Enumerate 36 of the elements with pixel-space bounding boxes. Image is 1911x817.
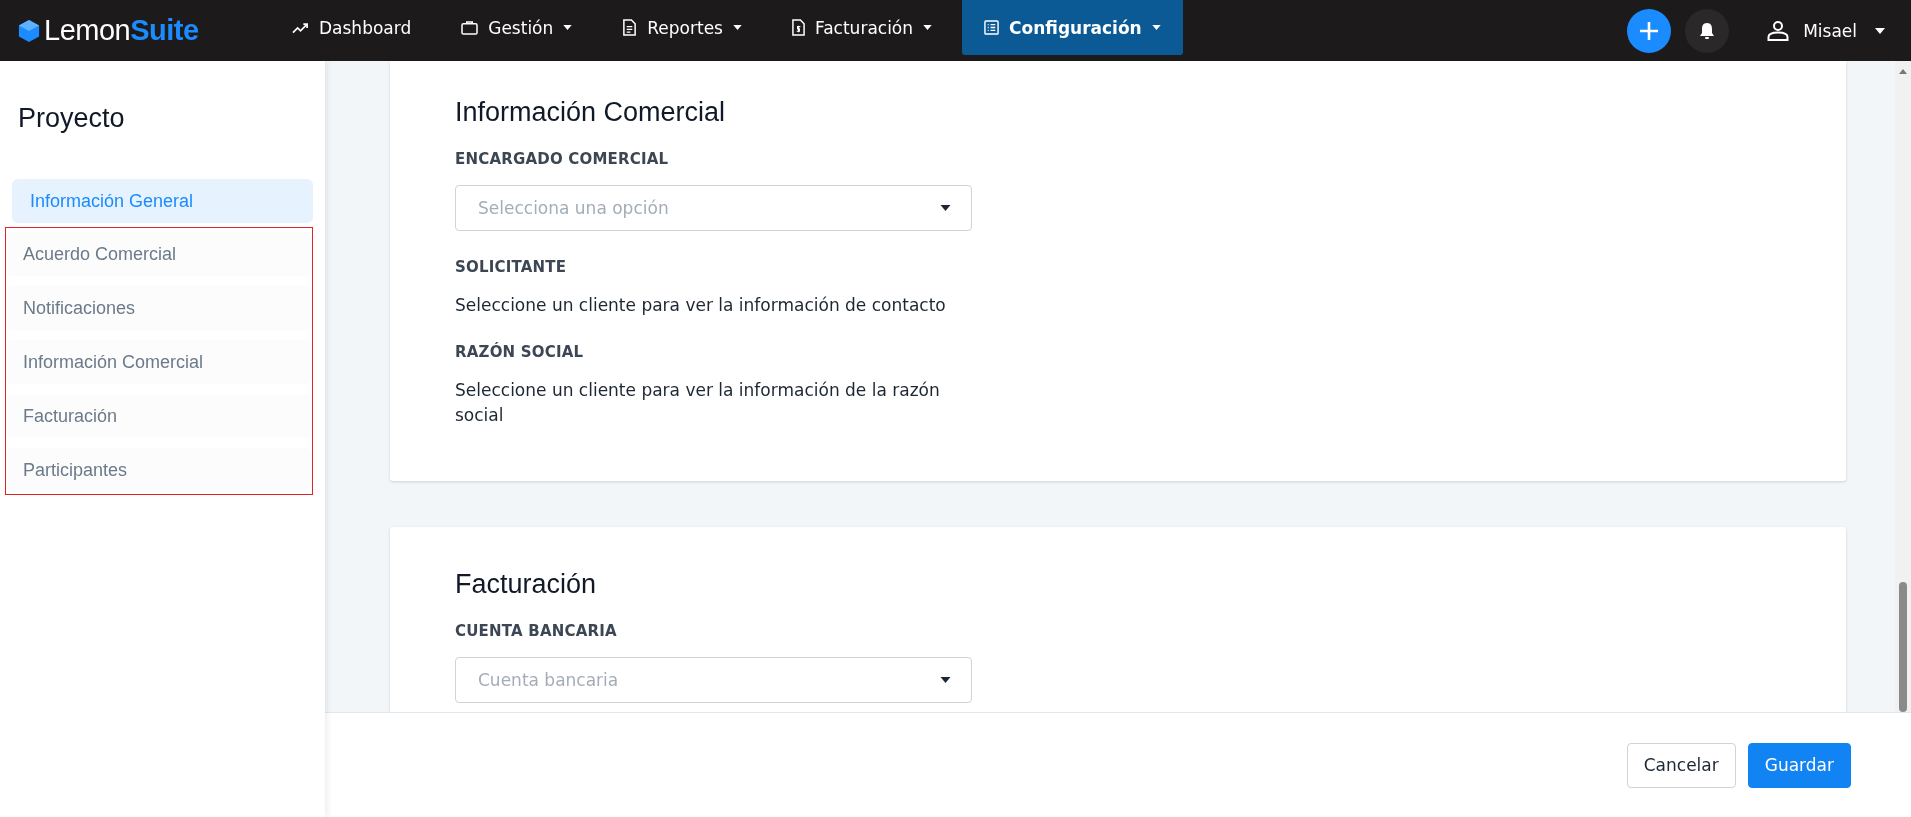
user-menu[interactable]: Misael xyxy=(1767,20,1885,41)
field-label: ENCARGADO COMERCIAL xyxy=(455,150,670,168)
list-icon xyxy=(984,20,1000,35)
nav-menu-item[interactable]: Gestión xyxy=(441,0,593,55)
person-icon xyxy=(1767,20,1790,41)
caret-icon xyxy=(1875,27,1885,34)
section-title: Información Comercial xyxy=(455,97,727,128)
sidebar-title: Proyecto xyxy=(18,103,126,134)
field-text: Seleccione un cliente para ver la información de contacto xyxy=(455,294,947,317)
save-button[interactable]: Guardar xyxy=(1747,742,1851,788)
nav-menu-item[interactable]: Configuración xyxy=(962,0,1183,55)
select-field[interactable]: Selecciona una opción xyxy=(455,185,972,231)
logo-text: LemonSuite xyxy=(44,14,199,47)
document-icon xyxy=(622,19,638,36)
nav-menu-item[interactable]: Reportes xyxy=(602,0,762,55)
select-field[interactable]: Cuenta bancaria xyxy=(455,656,972,703)
caret-icon xyxy=(940,205,951,211)
logo[interactable]: LemonSuite xyxy=(18,14,272,47)
nav-menu-item[interactable]: Facturación xyxy=(771,0,953,55)
nav-menu-item[interactable]: Dashboard xyxy=(272,0,432,55)
sidebar-item[interactable]: Información General xyxy=(12,179,313,223)
plus-icon xyxy=(1639,20,1660,41)
trend-icon xyxy=(292,21,309,34)
scrollbar-thumb[interactable] xyxy=(1899,582,1907,712)
briefcase-icon xyxy=(461,20,479,35)
section-title: Facturación xyxy=(455,568,598,600)
bell-icon xyxy=(1699,21,1716,40)
invoice-icon xyxy=(791,19,805,36)
scroll-up-icon[interactable] xyxy=(1899,69,1907,74)
cube-icon xyxy=(18,18,40,43)
field-label: RAZÓN SOCIAL xyxy=(455,342,585,361)
cancel-button[interactable]: Cancelar xyxy=(1626,742,1736,788)
field-text: Seleccione un cliente para ver la información de la razón social xyxy=(455,378,941,427)
field-label: SOLICITANTE xyxy=(455,258,568,276)
caret-icon xyxy=(940,676,951,683)
field-label: CUENTA BANCARIA xyxy=(455,621,618,640)
